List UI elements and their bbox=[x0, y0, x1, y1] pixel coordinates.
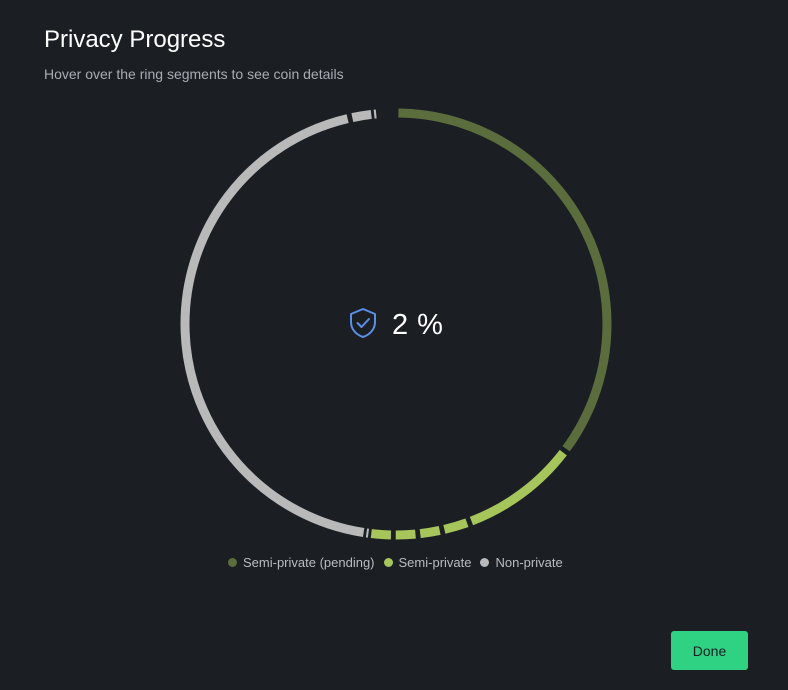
ring-segment-8[interactable] bbox=[351, 109, 372, 122]
legend-item-semi-private: Semi-private bbox=[383, 555, 472, 570]
ring-segment-1[interactable] bbox=[469, 449, 567, 526]
ring-segment-7[interactable] bbox=[180, 114, 365, 537]
privacy-progress-dialog: Privacy Progress Hover over the ring seg… bbox=[0, 0, 788, 690]
legend-dot bbox=[383, 558, 393, 567]
legend-label: Semi-private bbox=[398, 555, 472, 570]
ring-segment-2[interactable] bbox=[443, 518, 469, 534]
legend-dot bbox=[480, 558, 490, 567]
ring-segment-4[interactable] bbox=[395, 529, 416, 540]
privacy-percent-value: 2 % bbox=[392, 308, 444, 341]
shield-check-icon bbox=[348, 307, 378, 344]
legend-item-semi-private-pending: Semi-private (pending) bbox=[228, 555, 375, 570]
legend-label: Non-private bbox=[495, 555, 563, 570]
privacy-ring-chart bbox=[180, 108, 612, 540]
ring-segment-3[interactable] bbox=[419, 526, 441, 539]
ring-segment-5[interactable] bbox=[370, 529, 392, 540]
done-button[interactable]: Done bbox=[671, 631, 748, 670]
privacy-percent-display: 2 % bbox=[348, 306, 443, 344]
legend-item-non-private: Non-private bbox=[480, 555, 563, 570]
legend-label: Semi-private (pending) bbox=[243, 555, 375, 570]
legend-dot bbox=[228, 558, 237, 567]
ring-legend: Semi-private (pending) Semi-private Non-… bbox=[228, 555, 572, 570]
ring-segment-0[interactable] bbox=[398, 108, 612, 452]
